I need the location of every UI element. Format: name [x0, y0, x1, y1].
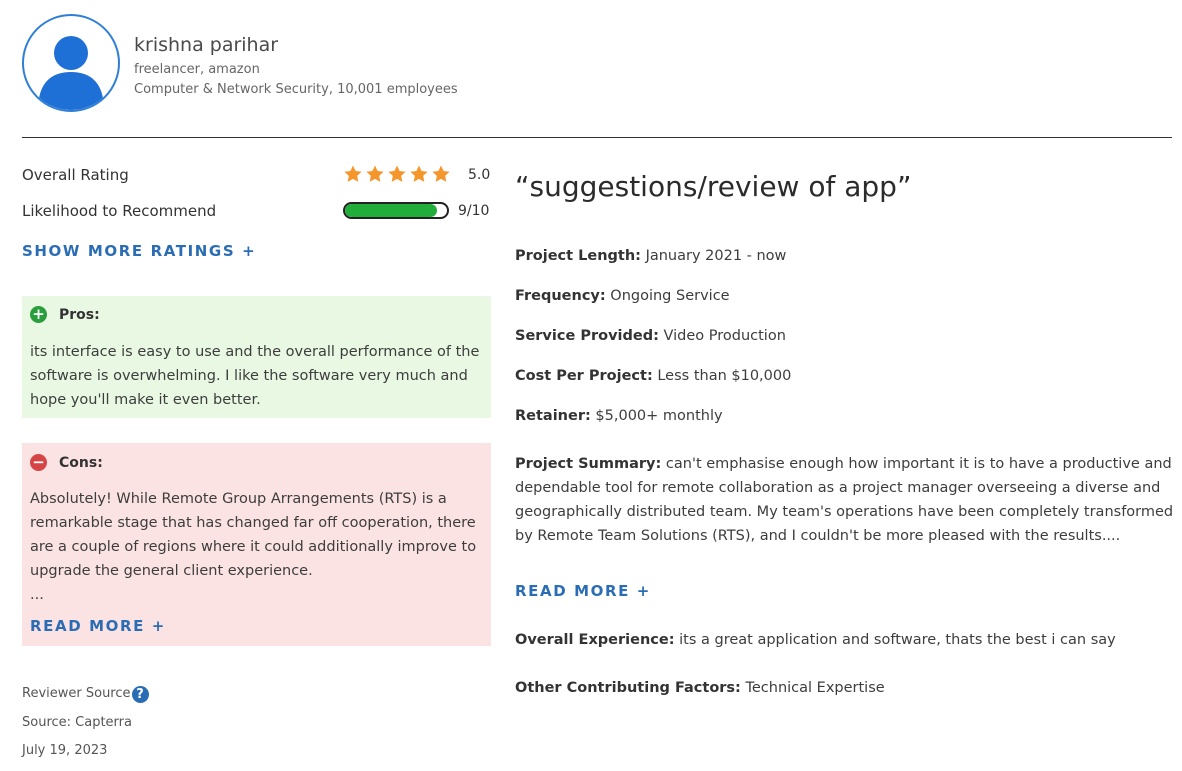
project-summary-label: Project Summary: — [515, 456, 662, 472]
pros-text: its interface is easy to use and the ove… — [30, 344, 480, 408]
cons-header: − Cons: — [30, 454, 103, 471]
reviewer-source-label: Reviewer Source — [22, 686, 131, 701]
header-divider — [22, 137, 1172, 138]
cons-ellipsis: ... — [30, 587, 44, 603]
star-icon — [431, 164, 451, 184]
source-text: Source: Capterra — [22, 715, 132, 730]
recommend-progress-bar — [343, 202, 449, 219]
service-value: Video Production — [663, 328, 786, 344]
project-length-label: Project Length: — [515, 248, 641, 264]
reviewer-company: Computer & Network Security, 10,001 empl… — [134, 82, 458, 97]
overall-rating-score: 5.0 — [468, 167, 491, 183]
plus-circle-icon: + — [30, 306, 47, 323]
overall-experience-field: Overall Experience: its a great applicat… — [515, 628, 1175, 652]
reviewer-role: freelancer, amazon — [134, 62, 260, 77]
retainer-field: Retainer: $5,000+ monthly — [515, 404, 1175, 428]
reviewer-avatar — [22, 14, 120, 112]
star-rating — [343, 164, 451, 184]
review-title: “suggestions/review of app” — [515, 170, 912, 203]
pros-header: + Pros: — [30, 306, 100, 323]
star-icon — [343, 164, 363, 184]
star-icon — [387, 164, 407, 184]
cost-label: Cost Per Project: — [515, 368, 653, 384]
reviewer-name: krishna parihar — [134, 34, 279, 56]
star-icon — [365, 164, 385, 184]
cons-read-more-link[interactable]: READ MORE + — [30, 617, 166, 635]
recommend-progress-fill — [345, 204, 437, 217]
project-summary-field: Project Summary: can't emphasise enough … — [515, 452, 1175, 548]
cons-box: − Cons: Absolutely! While Remote Group A… — [22, 443, 491, 646]
frequency-field: Frequency: Ongoing Service — [515, 284, 1175, 308]
star-icon — [409, 164, 429, 184]
frequency-value: Ongoing Service — [610, 288, 730, 304]
cons-label: Cons: — [59, 454, 103, 471]
recommend-label: Likelihood to Recommend — [22, 202, 217, 220]
frequency-label: Frequency: — [515, 288, 606, 304]
cons-text: Absolutely! While Remote Group Arrangeme… — [30, 491, 477, 579]
contributing-factors-field: Other Contributing Factors: Technical Ex… — [515, 676, 1175, 700]
cost-value: Less than $10,000 — [657, 368, 792, 384]
service-field: Service Provided: Video Production — [515, 324, 1175, 348]
overall-experience-label: Overall Experience: — [515, 632, 675, 648]
overall-experience-value: its a great application and software, th… — [679, 632, 1116, 648]
contributing-factors-value: Technical Expertise — [745, 680, 885, 696]
reviewer-source: Reviewer Source? — [22, 686, 149, 703]
overall-rating-label: Overall Rating — [22, 166, 129, 184]
pros-box: + Pros: its interface is easy to use and… — [22, 296, 491, 418]
help-icon[interactable]: ? — [131, 686, 149, 703]
review-date: July 19, 2023 — [22, 743, 108, 758]
pros-label: Pros: — [59, 306, 100, 323]
retainer-label: Retainer: — [515, 408, 591, 424]
summary-read-more-link[interactable]: READ MORE + — [515, 582, 651, 600]
project-length-field: Project Length: January 2021 - now — [515, 244, 1175, 268]
cost-field: Cost Per Project: Less than $10,000 — [515, 364, 1175, 388]
user-avatar-icon — [38, 36, 104, 110]
show-more-ratings-link[interactable]: SHOW MORE RATINGS + — [22, 242, 256, 260]
contributing-factors-label: Other Contributing Factors: — [515, 680, 741, 696]
minus-circle-icon: − — [30, 454, 47, 471]
recommend-score: 9/10 — [458, 203, 490, 219]
retainer-value: $5,000+ monthly — [595, 408, 723, 424]
project-length-value: January 2021 - now — [645, 248, 787, 264]
service-label: Service Provided: — [515, 328, 659, 344]
